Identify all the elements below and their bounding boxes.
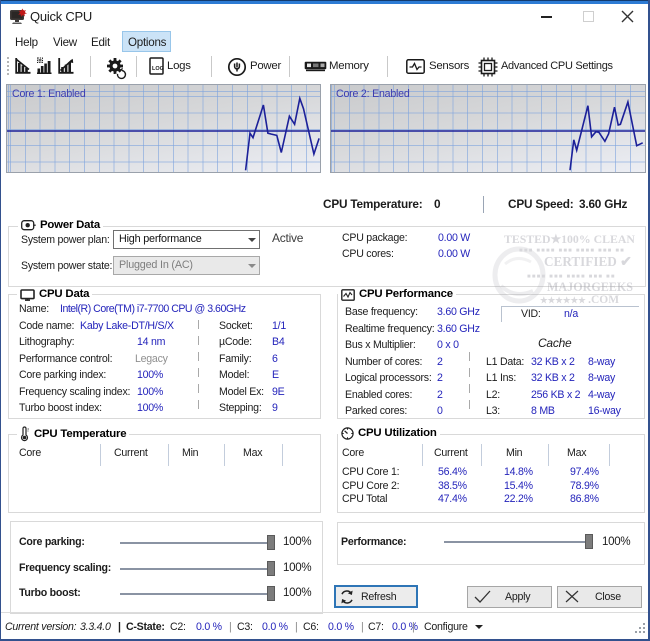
svg-text:LOG: LOG [152, 66, 164, 72]
